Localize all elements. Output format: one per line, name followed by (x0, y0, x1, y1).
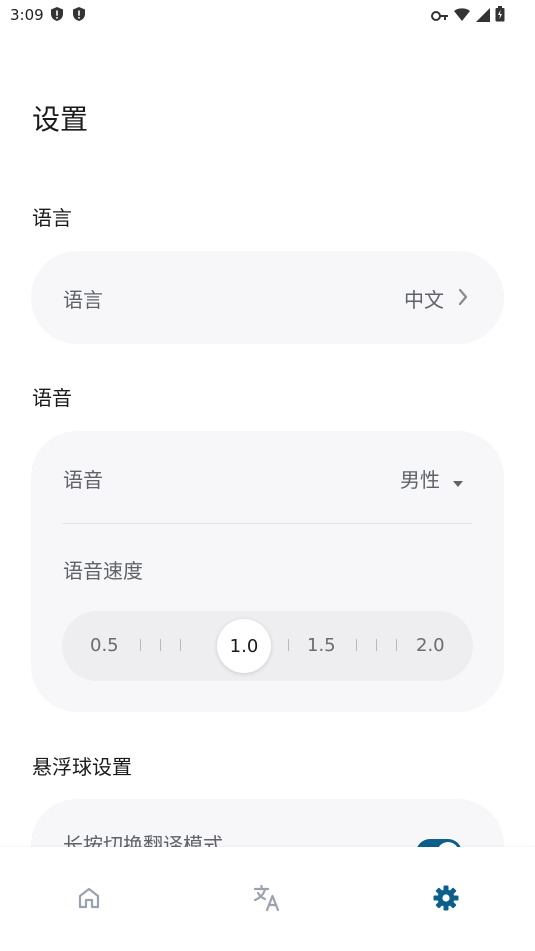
slider-tick-mark (356, 639, 357, 651)
section-title-language: 语言 (32, 206, 72, 230)
voice-row-value: 男性 (400, 468, 440, 492)
voice-speed-slider[interactable]: 0.5 1.5 2.0 1.0 (62, 611, 473, 681)
bottom-navigation (0, 847, 535, 951)
slider-tick-mark (140, 639, 141, 651)
shield-icon (50, 6, 64, 26)
section-title-voice: 语音 (32, 386, 72, 410)
nav-settings[interactable] (431, 885, 461, 915)
page-title: 设置 (32, 103, 89, 136)
voice-speed-label: 语音速度 (63, 559, 143, 583)
slider-tick-mark (180, 639, 181, 651)
shield-icon (72, 6, 86, 26)
slider-tick-mark (288, 639, 289, 651)
language-row-value: 中文 (404, 288, 444, 312)
nav-translate[interactable] (252, 884, 282, 916)
chevron-right-icon (458, 288, 468, 310)
nav-home[interactable] (74, 885, 104, 915)
voice-divider (62, 523, 472, 524)
home-icon (76, 885, 102, 915)
slider-tick-label-0.5: 0.5 (90, 635, 119, 656)
slider-thumb[interactable]: 1.0 (217, 619, 271, 673)
wifi-icon (453, 7, 471, 26)
slider-tick-mark (376, 639, 377, 651)
status-bar: 3:09 (0, 0, 535, 30)
voice-dropdown[interactable]: 语音 男性 (31, 431, 504, 523)
language-card: 语言 中文 (31, 251, 504, 344)
slider-tick-mark (396, 639, 397, 651)
slider-tick-label-2.0: 2.0 (416, 635, 445, 656)
slider-thumb-value: 1.0 (229, 635, 259, 657)
section-title-floating-ball: 悬浮球设置 (32, 755, 132, 779)
language-row[interactable]: 语言 中文 (31, 251, 504, 344)
settings-icon (432, 884, 460, 916)
dropdown-arrow-icon (452, 473, 464, 492)
battery-icon (495, 6, 505, 26)
status-left-icons (50, 6, 86, 26)
slider-tick-label-1.5: 1.5 (307, 635, 336, 656)
signal-icon (475, 7, 491, 26)
status-right-icons (431, 6, 505, 26)
language-row-label: 语言 (63, 288, 103, 312)
translate-icon (252, 884, 282, 916)
vpn-key-icon (431, 7, 449, 26)
status-time: 3:09 (10, 6, 44, 24)
voice-row-label: 语音 (63, 468, 103, 492)
voice-card: 语音 男性 语音速度 0.5 1.5 2.0 1.0 (31, 431, 504, 712)
slider-tick-mark (160, 639, 161, 651)
